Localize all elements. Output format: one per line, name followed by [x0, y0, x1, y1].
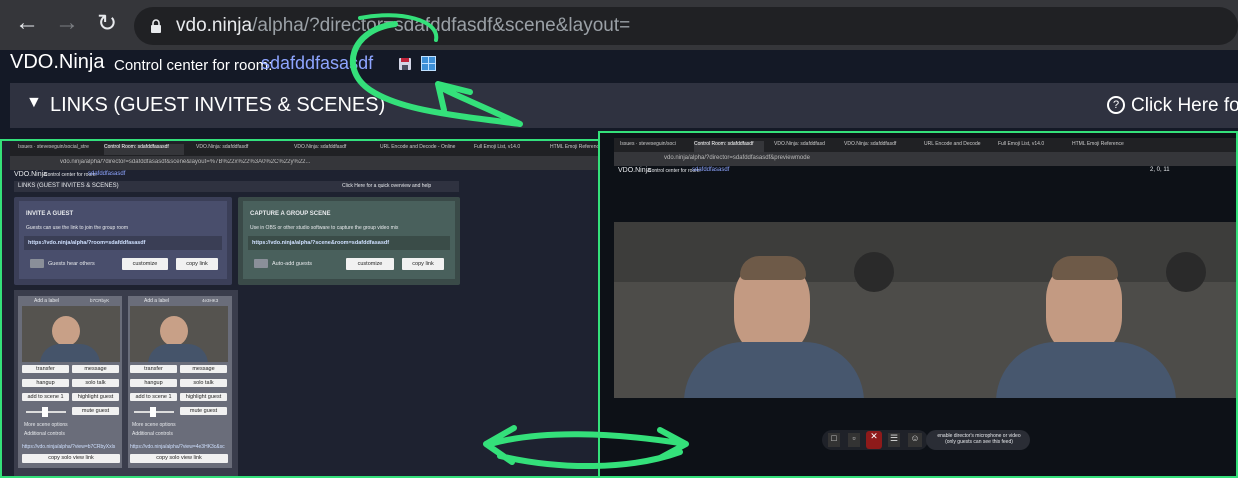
double-arrow [483, 425, 689, 469]
circle-stroke [358, 13, 439, 42]
screenshot-root: ← → ↻ vdo.ninja/alpha/?director=sdafddfa… [0, 0, 1238, 478]
annotation-overlay [349, 13, 689, 469]
